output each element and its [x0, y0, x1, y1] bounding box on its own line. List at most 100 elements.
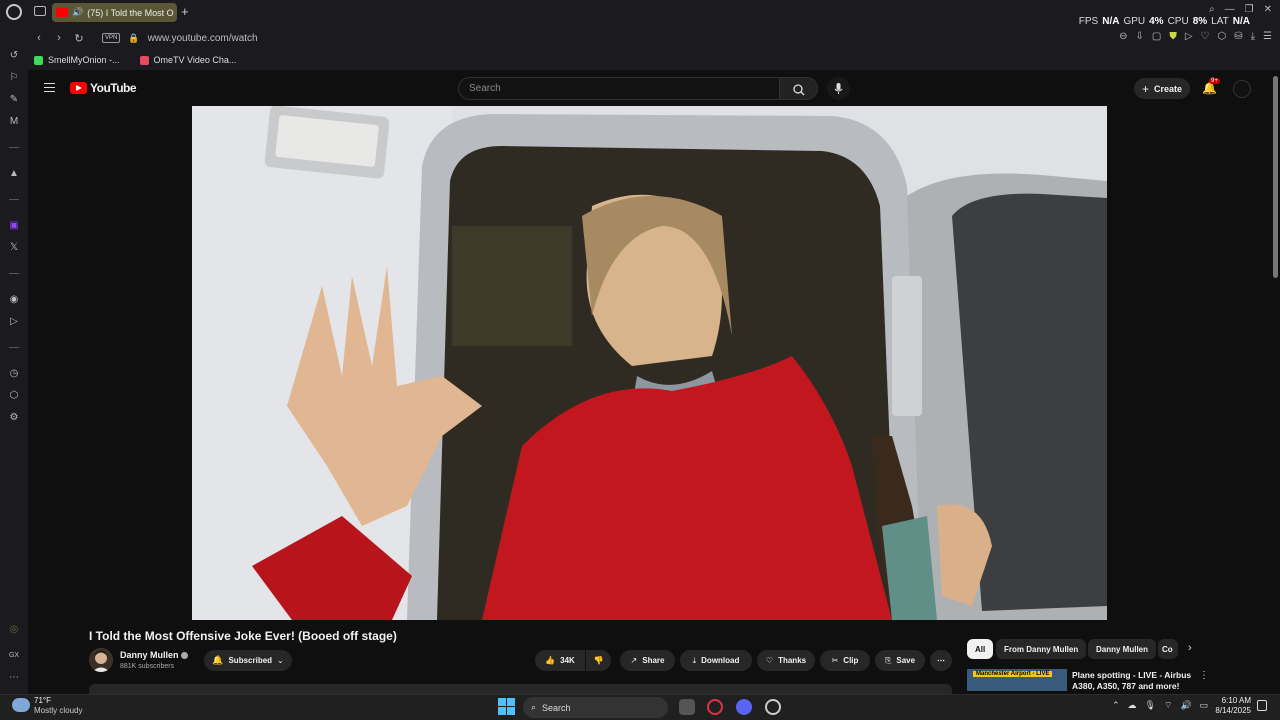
microphone-icon [834, 83, 843, 94]
notification-badge: 9+ [1209, 78, 1220, 84]
player-icon[interactable]: ◉ [8, 294, 20, 306]
vpn-badge[interactable]: VPN [102, 33, 121, 43]
search-input[interactable]: Search [458, 77, 780, 100]
new-tab-button[interactable]: + [181, 4, 189, 19]
chip-channel[interactable]: Danny Mullen [1088, 639, 1157, 659]
battery-icon[interactable]: ▭ [1200, 700, 1209, 711]
gx-corner-icon[interactable]: ◎ [8, 624, 20, 636]
download-button[interactable]: ⤓ Download [680, 650, 752, 671]
page-scrollbar[interactable] [1273, 76, 1278, 278]
windows-start-icon[interactable] [498, 698, 515, 715]
chip-from-channel[interactable]: From Danny Mullen [996, 639, 1087, 659]
bookmark-label: SmellMyOnion -... [48, 55, 120, 65]
play-icon[interactable]: ▷ [1185, 31, 1193, 42]
pinboard-icon[interactable]: ⚐ [8, 72, 20, 84]
speaker-icon[interactable]: 🔊 [72, 7, 83, 18]
subscribed-button[interactable]: 🔔 Subscribed ⌄ [204, 650, 292, 671]
bookmark-item[interactable]: OmeTV Video Cha... [139, 55, 236, 65]
active-tab[interactable]: 🔊 (75) I Told the Most O [52, 3, 177, 22]
close-button[interactable]: ✕ [1264, 4, 1272, 15]
window-controls: ⌕ — ❐ ✕ [1209, 4, 1272, 15]
aria-icon[interactable]: ▲ [8, 168, 20, 180]
history-icon[interactable]: ↺ [8, 50, 20, 62]
chip-all[interactable]: All [967, 639, 994, 659]
clock-date[interactable]: 8/14/2025 [1208, 706, 1251, 715]
minimize-button[interactable]: — [1225, 4, 1235, 15]
channel-avatar[interactable] [89, 648, 113, 672]
messenger-icon[interactable]: M [8, 116, 20, 128]
extensions-cube-icon[interactable]: ⬡ [8, 390, 20, 402]
clock-icon[interactable]: ◷ [8, 368, 20, 380]
onedrive-cloud-icon[interactable]: ☁ [1128, 700, 1137, 711]
youtube-logo[interactable]: YouTube [70, 81, 137, 95]
chip-more[interactable]: Co [1158, 639, 1178, 659]
task-view-icon[interactable] [679, 699, 695, 715]
menu-icon[interactable]: ☰ [1263, 31, 1272, 42]
recommended-thumbnail[interactable]: Manchester Airport - LIVE [967, 669, 1067, 691]
downloads-icon[interactable]: ⤓ [1251, 31, 1255, 42]
channel-name[interactable]: Danny Mullen [120, 650, 179, 660]
bookmark-item[interactable]: SmellMyOnion -... [34, 55, 120, 65]
taskbar-search-label: Search [542, 702, 571, 713]
clip-button[interactable]: ✂ Clip [820, 650, 870, 671]
voice-search-button[interactable] [827, 77, 850, 100]
video-player[interactable] [192, 106, 1107, 620]
shield-icon[interactable]: ⛊ [1169, 31, 1177, 42]
youtube-logo-text: YouTube [90, 81, 137, 95]
recommended-title[interactable]: Plane spotting - LIVE - Airbus A380, A35… [1072, 670, 1197, 692]
recommended-more-icon[interactable]: ⋮ [1199, 670, 1209, 681]
share-button[interactable]: ↗ Share [620, 650, 675, 671]
forward-icon[interactable]: › [50, 32, 68, 44]
hamburger-menu-icon[interactable] [44, 83, 55, 92]
opera-logo-icon[interactable] [6, 4, 22, 20]
maximize-button[interactable]: ❐ [1245, 4, 1254, 15]
reload-icon[interactable]: ↻ [70, 32, 88, 45]
settings-icon[interactable]: ⚙ [8, 412, 20, 424]
wifi-icon[interactable]: ⌔ [1164, 700, 1172, 711]
dislike-button[interactable]: 👎 [586, 650, 611, 671]
notes-icon[interactable]: ✎ [8, 94, 20, 106]
clock-time[interactable]: 6:10 AM [1213, 696, 1251, 705]
send-icon[interactable]: ▷ [8, 316, 20, 328]
discord-taskbar-icon[interactable] [736, 699, 752, 715]
description-box[interactable] [89, 684, 952, 694]
chevron-up-icon[interactable]: ⌃ [1112, 700, 1120, 711]
x-icon[interactable]: 𝕏 [8, 242, 20, 254]
more-actions-button[interactable]: ⋯ [930, 650, 952, 671]
microphone-icon[interactable]: 🎙 [1145, 700, 1156, 711]
weather-temperature[interactable]: 71°F [34, 696, 51, 705]
back-icon[interactable]: ‹ [30, 32, 48, 44]
search-button[interactable] [780, 77, 818, 100]
heart-icon[interactable]: ♡ [1201, 31, 1210, 42]
weather-description[interactable]: Mostly cloudy [34, 706, 82, 715]
video-title: I Told the Most Offensive Joke Ever! (Bo… [89, 629, 397, 643]
pin-icon[interactable]: ⇩ [1135, 31, 1143, 42]
opera-gx-taskbar-icon[interactable] [707, 699, 723, 715]
wallet-icon[interactable]: ⛁ [1234, 31, 1242, 42]
weather-cloud-icon[interactable] [12, 698, 30, 712]
more-icon[interactable]: ⋯ [8, 672, 20, 684]
bookmarks-bar: SmellMyOnion -... OmeTV Video Cha... [28, 50, 1280, 70]
tab-manager-icon[interactable] [34, 6, 46, 16]
zoom-icon[interactable]: ⊖ [1119, 31, 1127, 42]
like-button[interactable]: 👍 34K [535, 650, 585, 671]
save-button[interactable]: ⎘ Save [875, 650, 925, 671]
taskbar-search[interactable]: ⌕ Search [523, 697, 668, 718]
lock-icon[interactable]: 🔒 [128, 33, 139, 44]
address-bar-actions: ⊖ ⇩ ▢ ⛊ ▷ ♡ ⬡ ⛁ ⤓ ☰ [1119, 31, 1272, 42]
search-tabs-icon[interactable]: ⌕ [1209, 4, 1215, 15]
twitch-icon[interactable]: ▣ [8, 220, 20, 232]
extensions-icon[interactable]: ⬡ [1217, 31, 1226, 42]
thanks-button[interactable]: ♡ Thanks [757, 650, 815, 671]
browser-sidebar: ↺ ⚐ ✎ M ▲ ▣ 𝕏 ◉ ▷ ◷ ⬡ ⚙ ◎ GX ⋯ [0, 26, 28, 694]
volume-icon[interactable]: 🔊 [1180, 700, 1191, 711]
channel-avatar-image [89, 648, 113, 672]
url-field[interactable]: www.youtube.com/watch [148, 33, 258, 44]
app-taskbar-icon[interactable] [765, 699, 781, 715]
notification-center-icon[interactable] [1257, 700, 1267, 711]
chips-next-icon[interactable]: › [1188, 642, 1192, 654]
gx-control-icon[interactable]: GX [8, 650, 20, 662]
snapshot-icon[interactable]: ▢ [1152, 31, 1161, 42]
create-button[interactable]: + Create [1134, 78, 1190, 99]
account-avatar[interactable] [1233, 80, 1251, 98]
